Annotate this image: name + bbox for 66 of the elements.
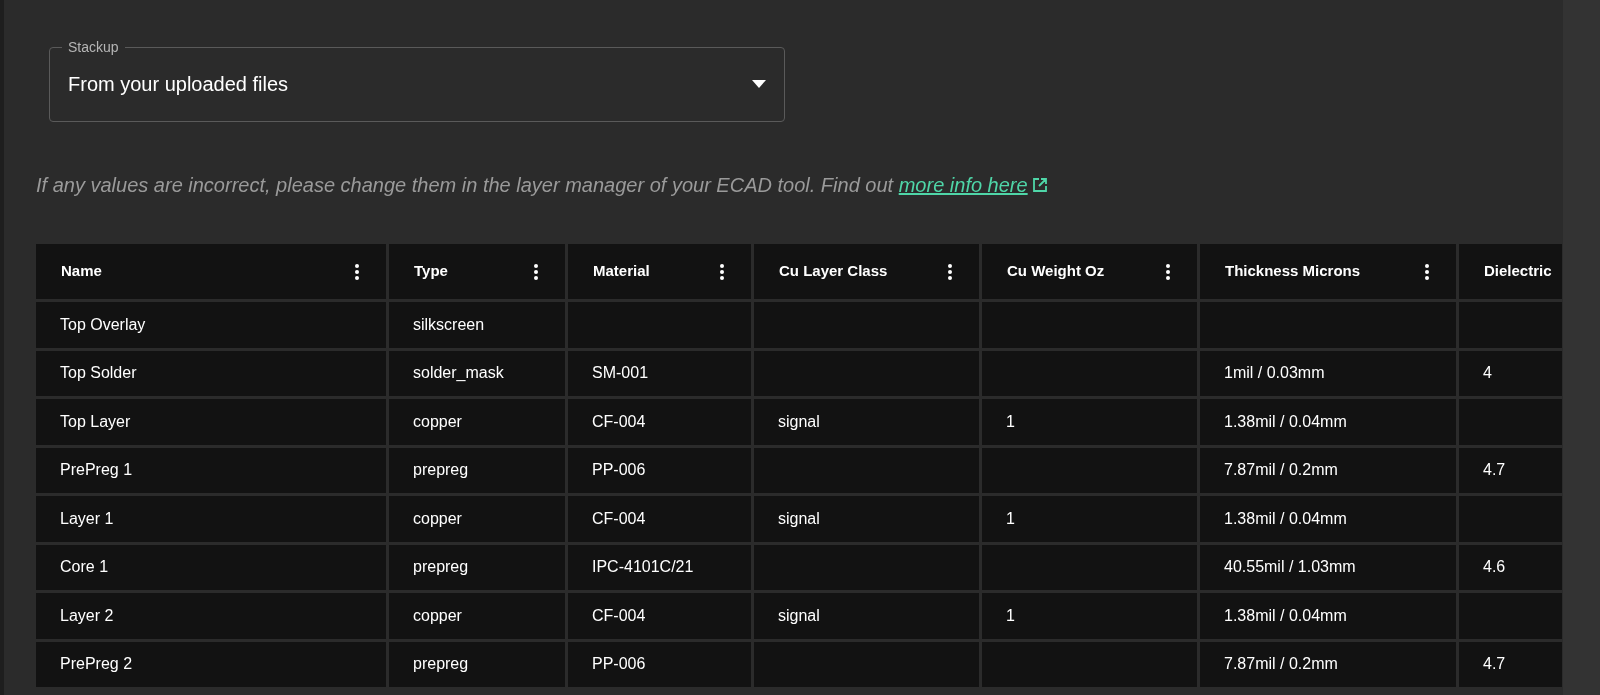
- info-text: If any values are incorrect, please change them in the layer manager of your ECAD tool. Find out more info here: [36, 172, 1563, 198]
- table-cell: prepreg: [389, 447, 565, 493]
- column-title: Name: [61, 261, 102, 282]
- column-title: Dielectric: [1484, 261, 1552, 282]
- table-cell: CF-004: [568, 496, 751, 542]
- table-cell: 40.55mil / 1.03mm: [1200, 544, 1456, 590]
- more-info-link[interactable]: more info here: [898, 172, 1048, 198]
- table-cell: solder_mask: [389, 350, 565, 396]
- table-cell: signal: [754, 496, 979, 542]
- table-cell: Top Layer: [36, 399, 386, 445]
- table-cell: CF-004: [568, 593, 751, 639]
- table-cell: 1mil / 0.03mm: [1200, 350, 1456, 396]
- column-title: Thickness Microns: [1225, 261, 1361, 282]
- more-vertical-icon: [354, 262, 360, 281]
- column-menu-button[interactable]: [1165, 262, 1171, 281]
- table-cell: PrePreg 1: [36, 447, 386, 493]
- table-cell: 4.7: [1459, 447, 1562, 493]
- table-cell: PP-006: [568, 641, 751, 687]
- table-cell: CF-004: [568, 399, 751, 445]
- column-menu-button[interactable]: [1424, 262, 1430, 281]
- table-cell: 1: [982, 496, 1197, 542]
- table-cell: Core 1: [36, 544, 386, 590]
- column-menu-button[interactable]: [533, 262, 539, 281]
- table-cell: copper: [389, 496, 565, 542]
- table-cell: IPC-4101C/21: [568, 544, 751, 590]
- table-cell: 7.87mil / 0.2mm: [1200, 447, 1456, 493]
- table-cell: 4: [1459, 350, 1562, 396]
- table-cell: Top Solder: [36, 350, 386, 396]
- table-cell: copper: [389, 399, 565, 445]
- more-vertical-icon: [947, 262, 953, 281]
- table-cell: 1.38mil / 0.04mm: [1200, 496, 1456, 542]
- more-vertical-icon: [1165, 262, 1171, 281]
- more-vertical-icon: [719, 262, 725, 281]
- column-menu-button[interactable]: [719, 262, 725, 281]
- column-title: Material: [593, 261, 650, 282]
- table-cell: SM-001: [568, 350, 751, 396]
- column-title: Cu Layer Class: [779, 261, 888, 282]
- table-cell: Layer 1: [36, 496, 386, 542]
- field-label: Stackup: [67, 38, 120, 56]
- selected-value: From your uploaded files: [68, 72, 289, 97]
- column-title: Type: [414, 261, 448, 282]
- table-cell: copper: [389, 593, 565, 639]
- column-menu-button[interactable]: [947, 262, 953, 281]
- table-cell: silkscreen: [389, 302, 565, 348]
- table-cell: 4.7: [1459, 641, 1562, 687]
- stackup-dropdown[interactable]: Stackup From your uploaded files: [49, 38, 785, 122]
- caret-icon: [752, 80, 766, 88]
- table-cell: 1: [982, 593, 1197, 639]
- table-cell: 1.38mil / 0.04mm: [1200, 593, 1456, 639]
- column-menu-button[interactable]: [354, 262, 360, 281]
- external-link-icon: [1031, 177, 1048, 193]
- table-cell: 4.6: [1459, 544, 1562, 590]
- table-cell: 1: [982, 399, 1197, 445]
- table-cell: signal: [754, 399, 979, 445]
- table-cell: 7.87mil / 0.2mm: [1200, 641, 1456, 687]
- table-cell: signal: [754, 593, 979, 639]
- table-cell: PP-006: [568, 447, 751, 493]
- column-title: Cu Weight Oz: [1007, 261, 1105, 282]
- table-cell: Layer 2: [36, 593, 386, 639]
- table-cell: prepreg: [389, 641, 565, 687]
- table-cell: 1.38mil / 0.04mm: [1200, 399, 1456, 445]
- more-vertical-icon: [1424, 262, 1430, 281]
- more-vertical-icon: [533, 262, 539, 281]
- table-cell: prepreg: [389, 544, 565, 590]
- table-cell: Top Overlay: [36, 302, 386, 348]
- table-cell: PrePreg 2: [36, 641, 386, 687]
